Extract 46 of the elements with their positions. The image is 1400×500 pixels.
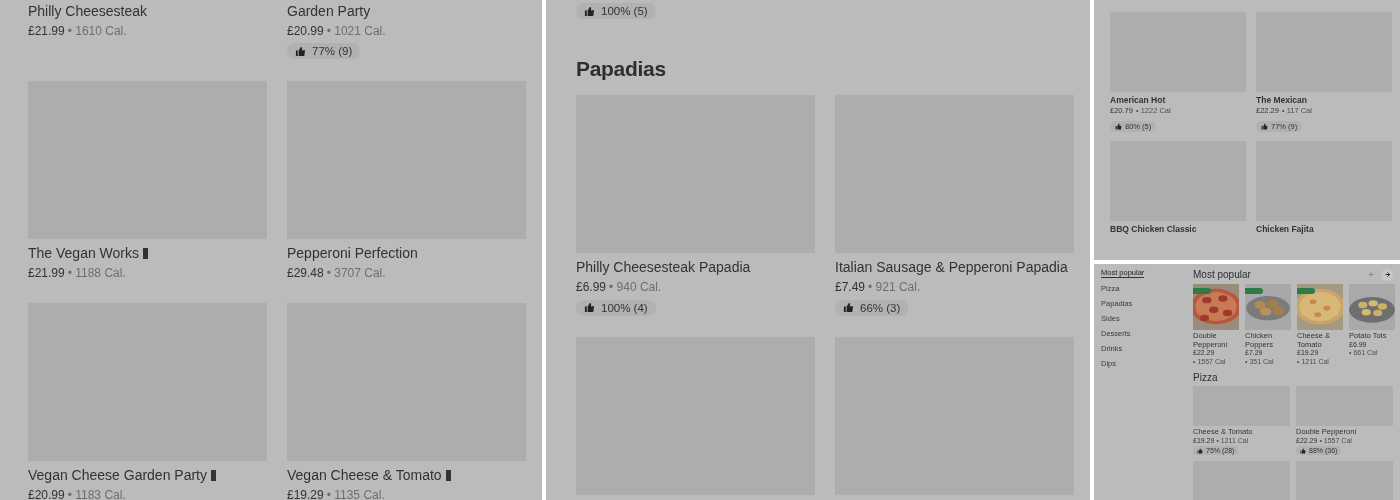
item-calories: • 1021 Cal. (326, 23, 386, 38)
item-price: £19.29 (287, 488, 324, 500)
item-name[interactable]: American Hot (1110, 94, 1166, 105)
item-price: £21.99 (28, 23, 65, 38)
item-name[interactable]: Philly Cheesesteak (28, 2, 148, 19)
item-calories: • 940 Cal. (609, 280, 662, 294)
rating-text: 100% (5) (601, 5, 648, 17)
item-price: £6.99 (576, 280, 607, 294)
item-calories: • 3707 Cal. (326, 266, 386, 280)
item-name[interactable]: Garden Party (287, 2, 371, 19)
item-price: £21.99 (28, 266, 65, 280)
thumbs-up-icon (295, 45, 306, 57)
item-price: £20.99 (287, 23, 324, 38)
item-price: £29.48 (287, 266, 324, 280)
left-arrow-icon (1367, 271, 1375, 278)
item-name[interactable]: Chicken Fajita (1256, 223, 1314, 234)
section-heading: Most popular (1193, 269, 1251, 280)
item-name[interactable]: Italian Sausage & Pepperoni Papadia (835, 259, 1068, 275)
thumbs-up-icon (1300, 447, 1306, 454)
thumbs-up-icon (584, 5, 595, 17)
rating-text: 77% (9) (312, 45, 353, 57)
item-name[interactable]: The Mexican (1256, 94, 1308, 105)
item-calories: • 1183 Cal. (67, 488, 126, 500)
item-name[interactable]: BBQ Chicken Classic (1110, 223, 1197, 234)
thumbs-up-icon (1261, 123, 1268, 130)
thumbs-up-icon (1115, 123, 1122, 130)
thumbs-up-icon (1197, 447, 1203, 454)
thumbs-up-icon (843, 302, 854, 313)
item-name[interactable]: Vegan Cheese & Tomato (287, 467, 442, 483)
rating-text: 66% (3) (860, 301, 901, 314)
item-calories: • 1188 Cal. (67, 266, 126, 280)
thumbs-up-icon (584, 302, 595, 313)
next-button[interactable] (1381, 268, 1393, 281)
item-price: £7.49 (835, 280, 866, 294)
item-name[interactable]: The Vegan Works (28, 245, 140, 261)
item-name[interactable]: Philly Cheesesteak Papadia (576, 259, 751, 275)
rating-text: 100% (4) (601, 301, 648, 314)
item-calories: • 921 Cal. (868, 280, 921, 294)
section-heading: Papadias (576, 56, 667, 81)
item-price: £20.99 (28, 488, 65, 500)
item-calories: • 1135 Cal. (326, 488, 385, 500)
right-arrow-icon (1383, 271, 1391, 278)
section-heading: Pizza (1193, 372, 1219, 383)
item-name[interactable]: Vegan Cheese Garden Party (28, 467, 207, 483)
item-name[interactable]: Pepperoni Perfection (287, 245, 418, 261)
item-calories: • 1610 Cal. (67, 23, 127, 38)
